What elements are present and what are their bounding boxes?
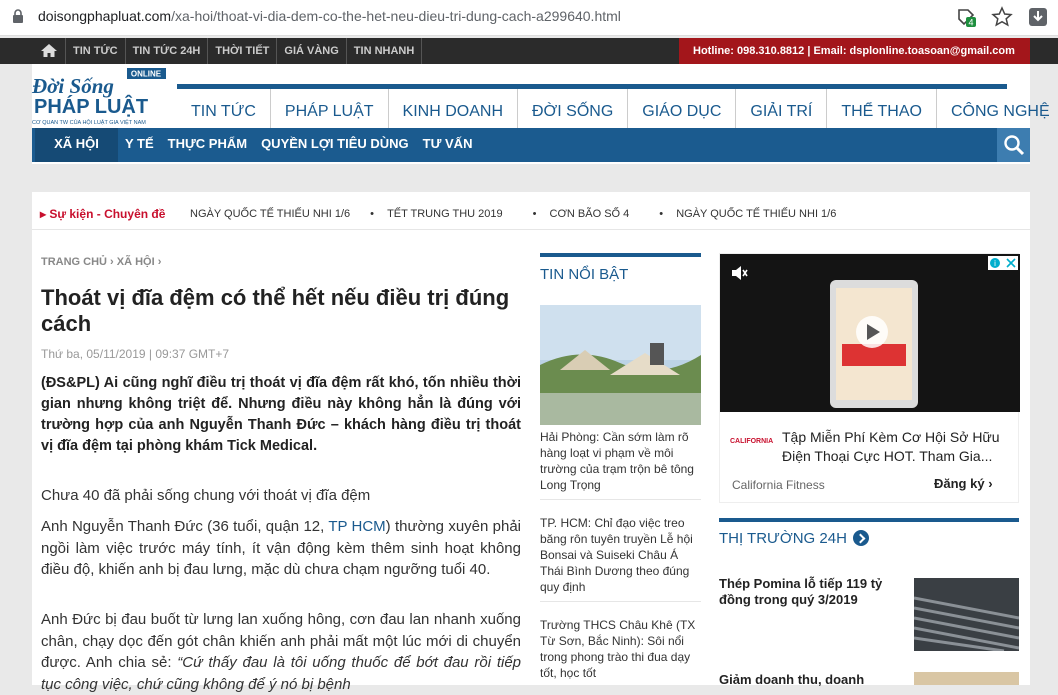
- hot-news-item[interactable]: Hải Phòng: Cần sớm làm rõ hàng loạt vi p…: [540, 429, 701, 500]
- breadcrumb: TRANG CHỦ › XÃ HỘI ›: [41, 256, 162, 268]
- article-paragraph: Anh Nguyễn Thanh Đức (36 tuổi, quận 12, …: [41, 518, 521, 578]
- search-button[interactable]: [997, 128, 1030, 162]
- home-icon: [41, 44, 57, 57]
- svg-text:Đời Sống: Đời Sống: [31, 74, 114, 98]
- sub-nav-item[interactable]: QUYỀN LỢI TIÊU DÙNG: [254, 128, 416, 162]
- svg-text:PHÁP LUẬT: PHÁP LUẬT: [34, 94, 148, 118]
- mute-icon[interactable]: [730, 264, 748, 282]
- main-nav-item[interactable]: GIÁO DỤC: [628, 89, 737, 130]
- extension-badge: 4: [968, 18, 973, 28]
- event-bar: ▸ Sự kiện - Chuyên đề NGÀY QUỐC TẾ THIẾU…: [32, 198, 1030, 230]
- breadcrumb-home[interactable]: TRANG CHỦ: [41, 256, 107, 268]
- url-text[interactable]: doisongphapluat.com/xa-hoi/thoat-vi-dia-…: [38, 8, 621, 24]
- hot-news-column: TIN NỔI BẬT Hải Phòng: Cần sớm làm rõ hà…: [540, 253, 701, 680]
- search-icon: [1004, 135, 1025, 156]
- market-section: THỊ TRƯỜNG 24H: [719, 518, 1019, 548]
- top-nav-item[interactable]: GIÁ VÀNG: [277, 38, 347, 64]
- site-logo[interactable]: ONLINE Đời Sống PHÁP LUẬT CƠ QUAN TW CỦA…: [30, 66, 168, 128]
- hot-news-heading[interactable]: TIN NỔI BẬT: [540, 253, 701, 287]
- hot-news-item[interactable]: TP. HCM: Chỉ đạo việc treo băng rôn tuyê…: [540, 515, 701, 602]
- ad-brand: California Fitness: [732, 478, 825, 492]
- event-tag[interactable]: • CƠN BÃO SỐ 4: [523, 208, 650, 220]
- event-label[interactable]: ▸ Sự kiện - Chuyên đề: [40, 207, 165, 221]
- main-nav-item[interactable]: ĐỜI SỐNG: [518, 89, 629, 130]
- arrow-right-icon[interactable]: [852, 530, 869, 546]
- steel-image[interactable]: [914, 578, 1019, 651]
- extension-icon[interactable]: 4: [955, 6, 977, 28]
- hotline-email: Hotline: 098.310.8812 | Email: dsplonlin…: [679, 38, 1030, 64]
- main-nav-item[interactable]: THỂ THAO: [827, 89, 937, 130]
- top-nav-item[interactable]: THỜI TIẾT: [208, 38, 278, 64]
- article-date: Thứ ba, 05/11/2019 | 09:37 GMT+7: [41, 347, 230, 361]
- ad-brand-logo: CALIFORNIA: [730, 438, 774, 445]
- top-nav-item[interactable]: TIN NHANH: [347, 38, 423, 64]
- ad-cta-button[interactable]: Đăng ký ›: [934, 476, 993, 491]
- article-lead: (ĐS&PL) Ai cũng nghĩ điều trị thoát vị đ…: [41, 375, 521, 454]
- top-nav-item[interactable]: TIN TỨC: [66, 38, 126, 64]
- download-icon[interactable]: [1027, 6, 1049, 28]
- main-nav-item[interactable]: GIẢI TRÍ: [736, 89, 828, 130]
- sub-nav-item[interactable]: TƯ VẤN: [416, 128, 480, 162]
- breadcrumb-section[interactable]: XÃ HỘI: [117, 256, 155, 268]
- market-item-title[interactable]: Thép Pomina lỗ tiếp 119 tỷ đồng trong qu…: [719, 576, 904, 608]
- logo-graphic: ONLINE Đời Sống PHÁP LUẬT CƠ QUAN TW CỦA…: [31, 68, 166, 126]
- sub-nav: XÃ HỘI Y TẾ THỰC PHẨM QUYỀN LỢI TIÊU DÙN…: [32, 128, 1030, 162]
- top-nav: TIN TỨC TIN TỨC 24H THỜI TIẾT GIÁ VÀNG T…: [66, 38, 423, 64]
- article-subheading: Chưa 40 đã phải sống chung với thoát vị …: [41, 487, 371, 504]
- svg-text:CƠ QUAN TW CỦA HỘI LUẬT GIA VI: CƠ QUAN TW CỦA HỘI LUẬT GIA VIỆT NAM: [32, 118, 146, 126]
- article-title: Thoát vị đĩa đệm có thể hết nếu điều trị…: [41, 285, 510, 336]
- home-button[interactable]: [32, 38, 66, 64]
- sub-nav-item[interactable]: Y TẾ: [118, 128, 161, 162]
- market-item-title[interactable]: Giảm doanh thu, doanh: [719, 672, 904, 688]
- main-nav-item[interactable]: KINH DOANH: [389, 89, 518, 130]
- svg-text:i: i: [994, 259, 996, 268]
- star-icon[interactable]: [991, 6, 1013, 28]
- event-tag[interactable]: • NGÀY QUỐC TẾ THIẾU NHI 1/6: [649, 208, 856, 220]
- lock-icon: [13, 9, 23, 23]
- article-paragraph: Anh Đức bị đau buốt từ lưng lan xuống hô…: [41, 611, 522, 693]
- main-nav-item[interactable]: TIN TỨC: [177, 89, 271, 130]
- svg-text:ONLINE: ONLINE: [131, 70, 162, 79]
- main-nav-item[interactable]: PHÁP LUẬT: [271, 89, 389, 130]
- hot-news-item[interactable]: Trường THCS Châu Khê (TX Từ Sơn, Bắc Nin…: [540, 617, 701, 687]
- market-heading[interactable]: THỊ TRƯỜNG 24H: [719, 530, 847, 547]
- location-link[interactable]: TP HCM: [328, 518, 385, 535]
- market-thumbnail-image[interactable]: [914, 672, 1019, 685]
- top-bar: TIN TỨC TIN TỨC 24H THỜI TIẾT GIÁ VÀNG T…: [0, 38, 1058, 64]
- top-nav-item[interactable]: TIN TỨC 24H: [126, 38, 209, 64]
- news-thumbnail-image[interactable]: [540, 305, 701, 425]
- event-tag[interactable]: NGÀY QUỐC TẾ THIẾU NHI 1/6: [180, 208, 360, 220]
- sub-nav-item[interactable]: THỰC PHẨM: [161, 128, 254, 162]
- ad-video[interactable]: i: [720, 254, 1020, 412]
- sub-nav-current[interactable]: XÃ HỘI: [35, 128, 118, 162]
- ad-info-icon[interactable]: i: [988, 256, 1018, 270]
- event-tag[interactable]: • TẾT TRUNG THU 2019: [360, 208, 522, 220]
- advertisement[interactable]: i CALIFORNIA Tập Miễn Phí Kèm Cơ Hội Sở …: [719, 253, 1020, 503]
- main-nav: TIN TỨC PHÁP LUẬT KINH DOANH ĐỜI SỐNG GI…: [177, 84, 1050, 130]
- browser-address-bar[interactable]: doisongphapluat.com/xa-hoi/thoat-vi-dia-…: [0, 0, 1058, 36]
- ad-text[interactable]: Tập Miễn Phí Kèm Cơ Hội Sở Hữu Điện Thoạ…: [782, 428, 1012, 466]
- main-nav-item[interactable]: CÔNG NGHỆ: [937, 89, 1058, 130]
